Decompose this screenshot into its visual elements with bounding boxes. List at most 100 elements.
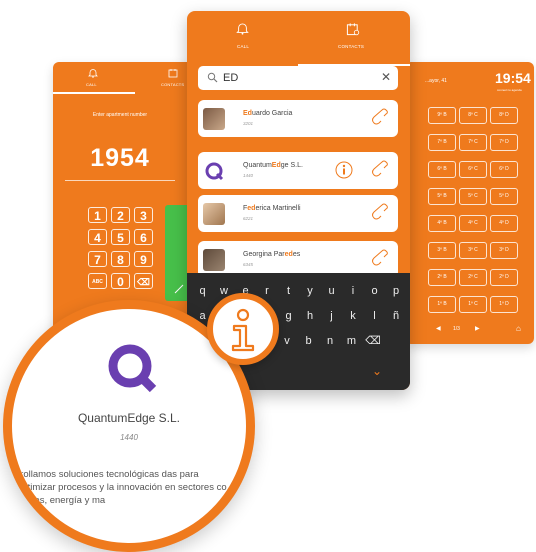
key-3[interactable]: 3 xyxy=(134,207,153,223)
floor-button[interactable]: 4º B xyxy=(428,215,456,232)
call-contact-icon[interactable] xyxy=(368,201,390,223)
quantum-logo xyxy=(108,344,157,393)
keyboard-key[interactable]: u xyxy=(322,281,341,301)
bell-icon[interactable] xyxy=(88,68,98,81)
key-backspace[interactable]: ⌫ xyxy=(134,273,153,289)
contact-avatar xyxy=(203,249,225,271)
clear-search-icon[interactable]: ✕ xyxy=(381,70,391,84)
contact-name: Federica Martinelli xyxy=(243,205,301,212)
floor-directory-panel: ...ayor, 41 19:54 connect to agenda 9º B… xyxy=(405,62,534,344)
key-5[interactable]: 5 xyxy=(111,229,130,245)
call-contact-icon[interactable] xyxy=(368,106,390,128)
keyboard-key[interactable]: p xyxy=(387,281,406,301)
contact-name: QuantumEdge S.L. xyxy=(243,162,303,169)
contact-row[interactable]: Federica Martinelli 6221 xyxy=(198,195,398,232)
key-abc[interactable]: ABC xyxy=(88,273,107,289)
floor-button[interactable]: 6º D xyxy=(490,161,518,178)
floor-button[interactable]: 3º B xyxy=(428,242,456,259)
keyboard-key[interactable]: ⌫ xyxy=(364,331,383,351)
contact-number: 6221 xyxy=(243,216,254,221)
call-contact-icon[interactable] xyxy=(368,158,390,180)
contact-row[interactable]: Eduardo Garcia 3201 xyxy=(198,100,398,137)
pager: ◀ 1/3 ▶ ⌂ xyxy=(405,324,534,338)
chevron-down-icon[interactable]: ⌄ xyxy=(372,364,382,378)
next-page-icon[interactable]: ▶ xyxy=(475,325,480,332)
floor-button[interactable]: 2º D xyxy=(490,269,518,286)
floor-button[interactable]: 7º D xyxy=(490,134,518,151)
floor-button[interactable]: 1º C xyxy=(459,296,487,313)
quantum-logo xyxy=(205,162,224,181)
keyboard-key[interactable]: n xyxy=(321,331,340,351)
contact-row[interactable]: QuantumEdge S.L. 1440 xyxy=(198,152,398,189)
keyboard-key[interactable]: j xyxy=(322,306,341,326)
floor-button[interactable]: 8º D xyxy=(490,107,518,124)
company-name: QuantumEdge S.L. xyxy=(77,411,181,425)
floor-button[interactable]: 2º B xyxy=(428,269,456,286)
keyboard-key[interactable]: l xyxy=(365,306,384,326)
keyboard-key[interactable]: ñ xyxy=(387,306,406,326)
search-input[interactable] xyxy=(223,69,373,87)
keyboard-key[interactable]: t xyxy=(279,281,298,301)
search-box: ✕ xyxy=(198,66,398,90)
contact-number: 3201 xyxy=(243,121,254,126)
key-8[interactable]: 8 xyxy=(111,251,130,267)
apartment-prompt: Enter apartment number xyxy=(92,112,148,118)
floor-button[interactable]: 8º C xyxy=(459,107,487,124)
bell-icon[interactable] xyxy=(236,22,249,36)
prev-page-icon[interactable]: ◀ xyxy=(436,325,441,332)
contact-number: 1440 xyxy=(243,173,254,178)
building-address: ...ayor, 41 xyxy=(425,78,447,84)
floor-button[interactable]: 4º C xyxy=(459,215,487,232)
floor-button[interactable]: 6º C xyxy=(459,161,487,178)
floor-button[interactable]: 3º C xyxy=(459,242,487,259)
floor-button[interactable]: 9º B xyxy=(428,107,456,124)
keyboard-key[interactable]: q xyxy=(193,281,212,301)
floor-button[interactable]: 2º C xyxy=(459,269,487,286)
tab-call[interactable]: CALL xyxy=(237,44,249,49)
keyboard-key[interactable]: v xyxy=(278,331,297,351)
company-description: rrollamos soluciones tecnológicas das pa… xyxy=(17,469,227,506)
floor-button[interactable]: 7º C xyxy=(459,134,487,151)
key-7[interactable]: 7 xyxy=(88,251,107,267)
floor-button[interactable]: 5º D xyxy=(490,188,518,205)
key-9[interactable]: 9 xyxy=(134,251,153,267)
contacts-icon[interactable] xyxy=(168,68,178,81)
contacts-icon[interactable] xyxy=(346,22,360,39)
tab-contacts-label[interactable]: CONTACTS xyxy=(161,82,184,87)
keyboard-key[interactable]: h xyxy=(301,306,320,326)
key-2[interactable]: 2 xyxy=(111,207,130,223)
key-6[interactable]: 6 xyxy=(134,229,153,245)
phone-icon xyxy=(174,284,184,294)
key-1[interactable]: 1 xyxy=(88,207,107,223)
floor-button[interactable]: 5º B xyxy=(428,188,456,205)
keyboard-key[interactable]: b xyxy=(299,331,318,351)
keyboard-key[interactable]: m xyxy=(342,331,361,351)
home-icon[interactable]: ⌂ xyxy=(516,324,521,333)
active-tab-indicator xyxy=(53,92,135,94)
key-0[interactable]: 0 xyxy=(111,273,130,289)
agenda-link[interactable]: connect to agenda xyxy=(497,88,522,92)
floor-button[interactable]: 1º D xyxy=(490,296,518,313)
page-indicator: 1/3 xyxy=(453,326,460,332)
call-contact-icon[interactable] xyxy=(368,247,390,269)
key-4[interactable]: 4 xyxy=(88,229,107,245)
keyboard-key[interactable]: g xyxy=(279,306,298,326)
contact-name: Georgina Paredes xyxy=(243,251,301,258)
keyboard-key[interactable]: o xyxy=(365,281,384,301)
keyboard-key[interactable]: k xyxy=(344,306,363,326)
keyboard-key[interactable]: y xyxy=(301,281,320,301)
contact-number: 6345 xyxy=(243,262,254,267)
display-underline xyxy=(65,180,175,181)
floor-button[interactable]: 4º D xyxy=(490,215,518,232)
floor-button[interactable]: 1º B xyxy=(428,296,456,313)
floor-button[interactable]: 6º B xyxy=(428,161,456,178)
keyboard-key[interactable]: i xyxy=(344,281,363,301)
tab-call-label[interactable]: CALL xyxy=(86,82,97,87)
tab-contacts[interactable]: CONTACTS xyxy=(338,44,364,49)
floor-button[interactable]: 3º D xyxy=(490,242,518,259)
floor-button[interactable]: 5º C xyxy=(459,188,487,205)
floor-button[interactable]: 7º B xyxy=(428,134,456,151)
info-icon[interactable] xyxy=(334,160,354,180)
contact-avatar xyxy=(203,108,225,130)
contact-avatar xyxy=(203,203,225,225)
